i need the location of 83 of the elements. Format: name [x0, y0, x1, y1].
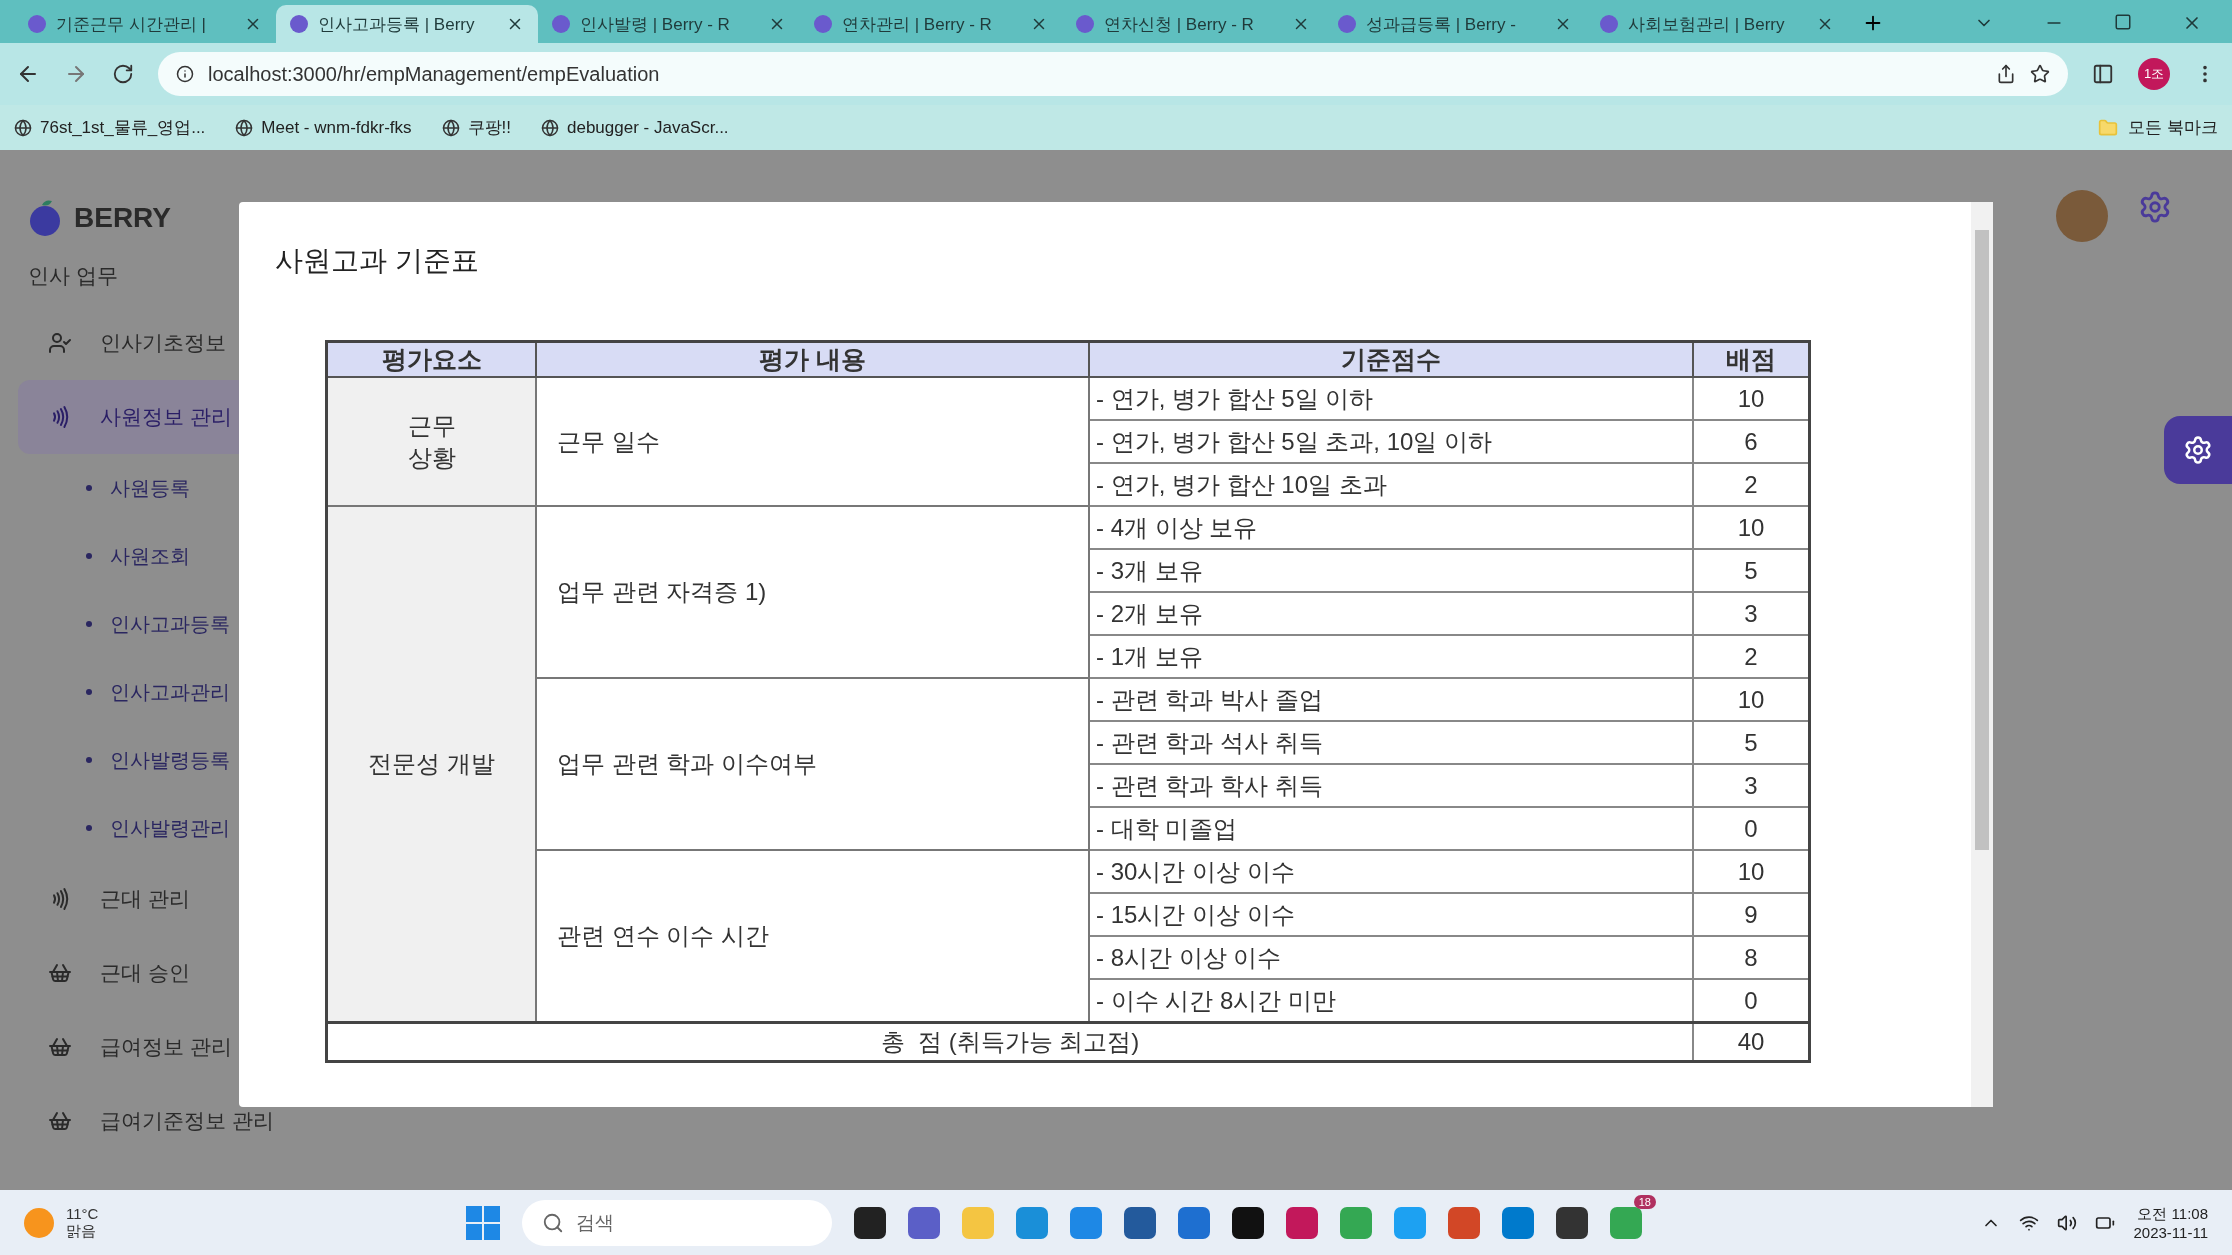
bookmark[interactable]: 쿠팡!!	[441, 116, 511, 139]
bookmark[interactable]: Meet - wnm-fdkr-fks	[235, 117, 412, 138]
table-cell: 40	[1693, 1022, 1810, 1062]
globe-icon	[235, 118, 254, 137]
basket-icon	[48, 1109, 72, 1133]
table-cell: - 관련 학과 석사 취득	[1089, 721, 1693, 764]
search-icon	[542, 1211, 564, 1234]
notification-badge: 18	[1633, 1194, 1656, 1209]
table-cell: 근무 상황	[326, 377, 536, 506]
dialog-title: 사원고과 기준표	[275, 244, 480, 278]
sidebar-subitem[interactable]: 사원등록	[18, 454, 190, 522]
star-icon[interactable]	[2030, 64, 2050, 84]
logo-icon	[28, 199, 62, 237]
table-cell: 근무 일수	[536, 377, 1089, 506]
start-icon[interactable]	[466, 1205, 500, 1240]
table-cell: - 30시간 이상 이수	[1089, 850, 1693, 893]
sidebar-subitem[interactable]: 인사발령등록	[18, 726, 230, 794]
table-cell: - 2개 보유	[1089, 592, 1693, 635]
settings-icon	[2183, 435, 2213, 465]
browser-tab[interactable]: 성과급등록 | Berry -	[1324, 5, 1586, 43]
profile-avatar[interactable]: 1조	[2138, 58, 2170, 90]
clock[interactable]: 오전 11:08 2023-11-11	[2133, 1204, 2208, 1241]
column-header: 기준점수	[1089, 341, 1693, 377]
bookmark[interactable]: debugger - JavaScr...	[541, 117, 729, 138]
basket-icon	[48, 1035, 72, 1059]
settings-icon[interactable]	[2138, 190, 2172, 224]
user-check-icon	[48, 331, 72, 355]
favicon-icon	[552, 15, 570, 33]
search-field[interactable]: 검색	[522, 1199, 832, 1246]
sidebar-subitem[interactable]: 사원조회	[18, 522, 190, 590]
table-cell: - 4개 이상 보유	[1089, 506, 1693, 549]
basket-icon	[48, 961, 72, 985]
table-cell: - 15시간 이상 이수	[1089, 893, 1693, 936]
table-cell: 업무 관련 학과 이수여부	[536, 678, 1089, 850]
browser-tab[interactable]: 연차관리 | Berry - R	[800, 5, 1062, 43]
favicon-icon	[290, 15, 308, 33]
sidebar-subitem[interactable]: 인사고과관리	[18, 658, 230, 726]
side-panel-icon[interactable]	[2092, 63, 2114, 85]
bookmark[interactable]: 76st_1st_물류_영업...	[14, 116, 206, 139]
weather-text: 맑음	[66, 1221, 97, 1241]
column-header: 평가 내용	[536, 341, 1089, 377]
table-cell: - 연가, 병가 합산 5일 초과, 10일 이하	[1089, 420, 1693, 463]
table-cell: - 8시간 이상 이수	[1089, 936, 1693, 979]
section-label: 인사 업무	[27, 263, 119, 289]
table-cell: - 연가, 병가 합산 5일 이하	[1089, 377, 1693, 420]
table-cell: 업무 관련 자격증 1)	[536, 506, 1089, 678]
favicon-icon	[28, 15, 46, 33]
column-header: 배점	[1693, 341, 1810, 377]
table-cell: - 1개 보유	[1089, 635, 1693, 678]
globe-icon	[541, 118, 559, 137]
table-cell: - 관련 학과 학사 취득	[1089, 764, 1693, 807]
bookmark-folder[interactable]: 모든 북마크	[2098, 116, 2218, 139]
sidebar-item[interactable]: 급여기준정보 관리	[18, 1084, 352, 1158]
browser-tab[interactable]: 인사고과등록 | Berry	[276, 5, 538, 43]
globe-icon	[441, 118, 460, 137]
sidebar-subitem[interactable]: 인사발령관리	[18, 794, 230, 862]
volume-icon[interactable]	[2057, 1212, 2078, 1233]
browser-tab[interactable]: 연차신청 | Berry - R	[1062, 5, 1324, 43]
table-cell: 전문성 개발	[326, 506, 536, 1023]
logo-text: BERRY	[74, 202, 171, 234]
browser-tab[interactable]: 인사발령 | Berry - R	[538, 5, 800, 43]
reload-icon[interactable]	[112, 63, 134, 85]
info-icon	[176, 65, 194, 83]
browser-tab[interactable]: 사회보험관리 | Berry	[1586, 5, 1848, 43]
favicon-icon	[1600, 15, 1618, 33]
table-cell: - 3개 보유	[1089, 549, 1693, 592]
favicon-icon	[1338, 15, 1356, 33]
address-bar[interactable]: localhost:3000/hr/empManagement/empEvaluation	[158, 52, 2068, 96]
table-cell: - 관련 학과 박사 졸업	[1089, 678, 1693, 721]
favicon-icon	[814, 15, 832, 33]
share-icon[interactable]	[1996, 64, 2016, 84]
weather-icon	[24, 1207, 54, 1238]
table-cell: - 대학 미졸업	[1089, 807, 1693, 850]
globe-icon	[14, 118, 32, 137]
temperature: 11°C	[66, 1204, 99, 1222]
column-header: 평가요소	[326, 341, 536, 377]
browser-tab[interactable]: 기준근무 시간관리 |	[14, 5, 276, 43]
settings-button[interactable]	[2164, 416, 2232, 484]
maximize-icon[interactable]	[2114, 13, 2132, 31]
favicon-icon	[1076, 15, 1094, 33]
table-cell: 총 점 (취득가능 최고점)	[326, 1022, 1693, 1062]
table-cell: - 연가, 병가 합산 10일 초과	[1089, 463, 1693, 506]
sidebar-subitem[interactable]: 인사고과등록	[18, 590, 230, 658]
